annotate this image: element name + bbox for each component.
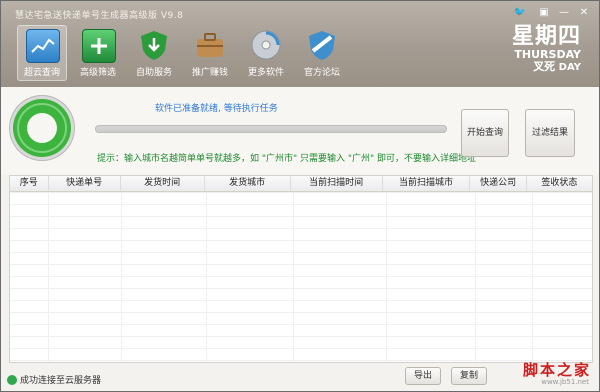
briefcase-icon [194,29,226,61]
hint-text: 提示：输入城市名越简单单号就越多，如 "广州市" 只需要输入 "广州" 即可，不… [97,154,477,164]
ready-status-text: 软件已准备就绪, 等待执行任务 [155,104,278,114]
progress-bar [95,125,447,133]
day-text: DAY [558,62,581,73]
close-icon[interactable]: ✕ [577,7,591,19]
shield-download-icon [138,29,170,61]
connection-status-text: 成功连接至云服务器 [20,376,102,386]
tool-advanced-filter[interactable]: 高级筛选 [73,25,123,81]
tool-label: 高级筛选 [79,68,116,78]
cloud-connected-icon [7,374,17,385]
table-header: 序号 快递单号 发货时间 发货城市 当前扫描时间 当前扫描城市 快递公司 签收状… [10,176,592,192]
weekday-text: 星期四 [511,24,581,49]
tool-label: 超云查询 [23,68,60,78]
watermark: 脚本之家 [522,361,591,379]
menu-icon[interactable]: ▣ [537,7,551,19]
forum-shield-icon [306,29,338,61]
column-header[interactable]: 快递单号 [49,176,121,191]
column-header[interactable]: 当前扫描城市 [383,176,471,191]
column-header[interactable]: 发货时间 [121,176,205,191]
column-header[interactable]: 签收状态 [527,176,592,191]
status-ring-icon [13,99,71,157]
start-query-button[interactable]: 开始查询 [461,109,509,157]
bird-icon[interactable]: 🐦 [513,7,527,19]
toolbar: 超云查询 高级筛选 自助服务 推广赚钱 更多软件 官方论坛 [17,25,353,81]
tool-cloud-query[interactable]: 超云查询 [17,25,67,81]
filter-results-button[interactable]: 过滤结果 [525,109,575,157]
column-header[interactable]: 快递公司 [470,176,527,191]
title-bar: 慧达宅急送快递单号生成器高级版 V9.8 🐦 ▣ — ✕ 超云查询 高级筛选 自… [1,1,599,87]
column-header[interactable]: 当前扫描时间 [291,176,383,191]
tool-forum[interactable]: 官方论坛 [297,25,347,81]
column-header[interactable]: 发货城市 [205,176,291,191]
tool-label: 自助服务 [135,68,172,78]
date-tag: 叉死 [533,60,556,73]
results-table: 序号 快递单号 发货时间 发货城市 当前扫描时间 当前扫描城市 快递公司 签收状… [9,175,593,363]
copy-button[interactable]: 复制 [451,367,487,385]
tool-label: 推广赚钱 [191,68,228,78]
tool-self-service[interactable]: 自助服务 [129,25,179,81]
column-header[interactable]: 序号 [10,176,49,191]
app-window: 慧达宅急送快递单号生成器高级版 V9.8 🐦 ▣ — ✕ 超云查询 高级筛选 自… [0,0,600,392]
tool-label: 更多软件 [247,68,284,78]
screen-plus-icon [82,29,116,63]
watermark-url: www.jb51.net [541,378,589,386]
connection-status: 成功连接至云服务器 [7,373,101,386]
disc-icon [250,29,282,61]
export-button[interactable]: 导出 [405,367,441,385]
date-widget: 星期四 THURSDAY 叉死 DAY [512,25,581,74]
tool-more-software[interactable]: 更多软件 [241,25,291,81]
minimize-icon[interactable]: — [557,7,571,19]
tool-promote[interactable]: 推广赚钱 [185,25,235,81]
tool-label: 官方论坛 [303,68,340,78]
window-title: 慧达宅急送快递单号生成器高级版 V9.8 [15,11,184,21]
table-body[interactable] [10,192,592,362]
monitor-chart-icon [26,29,60,63]
